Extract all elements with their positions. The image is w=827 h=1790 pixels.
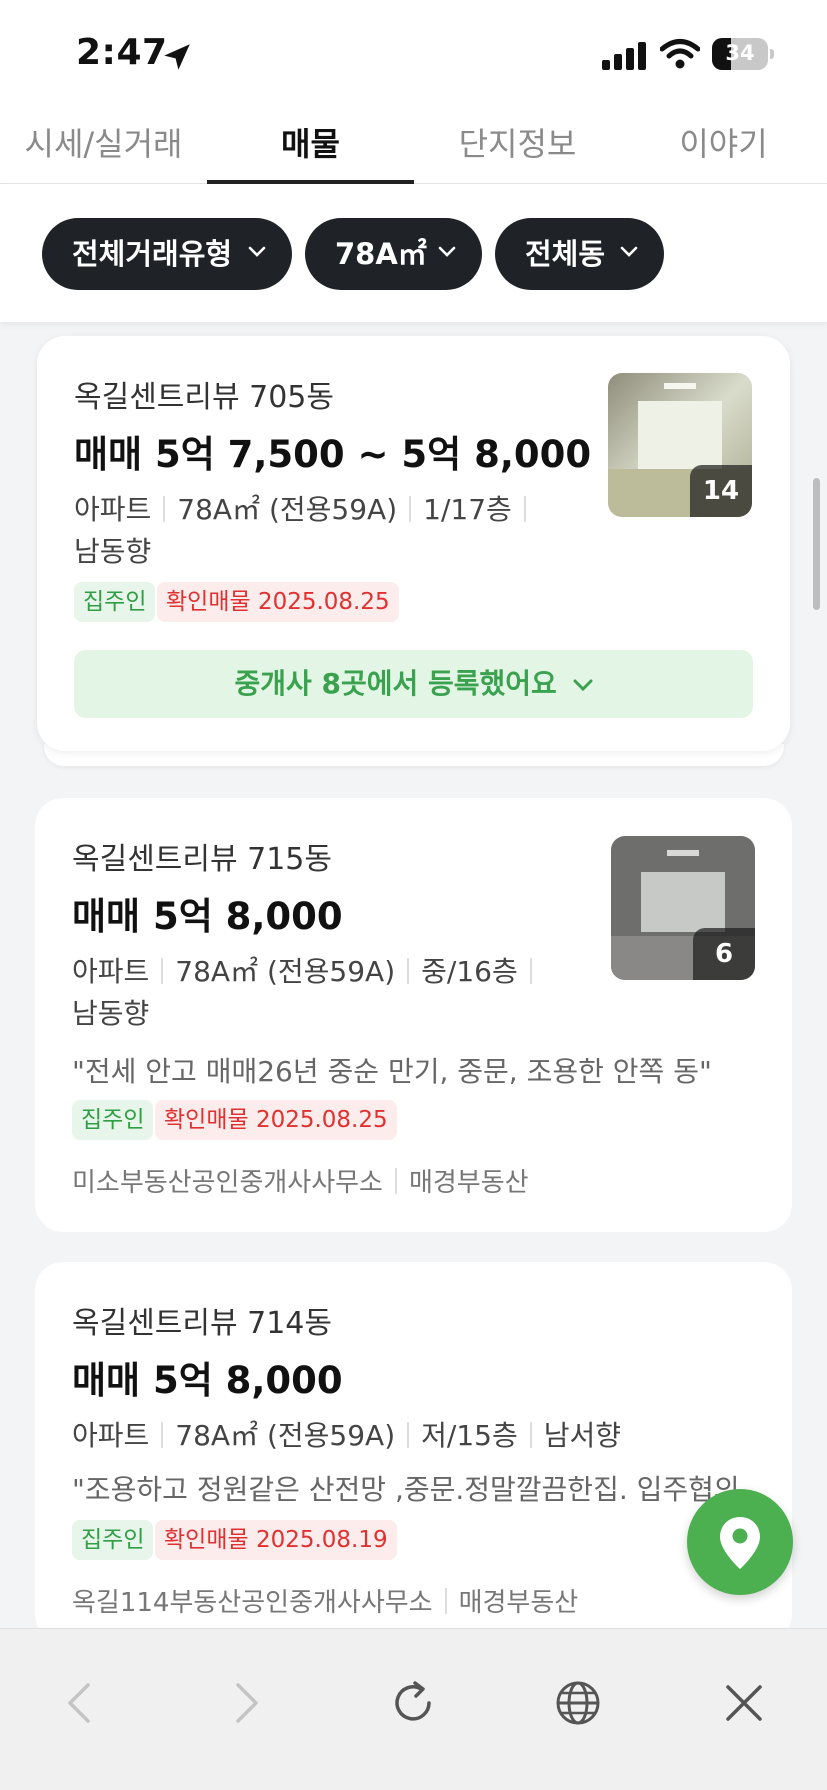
status-time: 2:47 [76,32,168,73]
listing-title: 옥길센트리뷰 705동 [74,380,334,415]
listing-card[interactable]: 옥길센트리뷰 714동 매매 5억 8,000 아파트 78A㎡ (전용59A) 저… [35,1262,792,1642]
listing-area: 78A㎡ (전용59A) [175,955,396,988]
tab-price-history[interactable]: 시세/실거래 [0,110,207,184]
listing-description: "전세 안고 매매26년 중순 만기, 중문, 조용한 안쪽 동" [72,1055,712,1088]
photo-count: 6 [693,928,755,980]
owner-badge: 집주인 [72,1100,154,1140]
chevron-down-icon [248,246,266,257]
filter-bar: 전체거래유형 78A㎡ 전체동 [0,184,827,322]
agent-name: 옥길114부동산공인중개사사무소 [72,1588,433,1618]
listing-price: 매매 5억 8,000 [72,1359,343,1402]
filter-area-label: 78A㎡ [335,237,427,271]
listing-floor: 중/16층 [421,955,518,988]
listing-source: 매경부동산 [408,1168,529,1198]
status-bar: 2:47 34 [0,0,827,110]
filter-building-label: 전체동 [525,237,606,271]
photo-count: 14 [690,465,752,517]
location-arrow-icon [164,44,190,70]
map-pin-icon [720,1517,760,1569]
listing-direction: 남서향 [543,1419,621,1452]
agent-count-expand-button[interactable]: 중개사 8곳에서 등록했어요 [74,650,753,718]
browser-toolbar [0,1628,827,1790]
filter-building[interactable]: 전체동 [495,218,664,290]
listing-price: 매매 5억 8,000 [72,895,343,938]
listing-photo[interactable]: 6 [611,836,755,980]
listing-floor: 1/17층 [423,493,512,526]
tab-listings[interactable]: 매물 [207,110,414,184]
listing-price: 매매 5억 7,500 ~ 5억 8,000 [74,433,592,476]
listing-floor: 저/15층 [421,1419,518,1452]
agent-line: 미소부동산공인중개사사무소 매경부동산 [72,1162,529,1199]
agent-count-label: 중개사 8곳에서 등록했어요 [234,667,557,700]
owner-badge: 집주인 [72,1520,154,1560]
listing-direction: 남동향 [72,997,150,1030]
verified-badge: 확인매물 2025.08.25 [157,582,399,622]
close-icon[interactable] [714,1673,774,1733]
listing-type: 아파트 [74,493,152,526]
globe-icon[interactable] [548,1673,608,1733]
listing-source: 매경부동산 [458,1588,579,1618]
reload-icon[interactable] [383,1673,443,1733]
listing-card[interactable]: 옥길센트리뷰 715동 매매 5억 8,000 아파트 78A㎡ (전용59A) 중… [35,798,792,1232]
cellular-signal-icon [602,42,646,70]
chevron-left-icon[interactable] [50,1673,110,1733]
listing-info: 아파트 78A㎡ (전용59A) 1/17층 [74,488,538,528]
listing-title: 옥길센트리뷰 715동 [72,842,332,877]
listing-info: 아파트 78A㎡ (전용59A) 저/15층 남서향 [72,1414,621,1454]
listing-photo[interactable]: 14 [608,373,752,517]
filter-deal-type[interactable]: 전체거래유형 [42,218,292,290]
chevron-down-icon [620,246,638,257]
listing-area: 78A㎡ (전용59A) [175,1419,396,1452]
battery-icon: 34 [712,38,774,70]
chevron-down-icon [573,679,593,692]
listing-card[interactable]: 옥길센트리뷰 705동 매매 5억 7,500 ~ 5억 8,000 아파트 78… [37,336,790,751]
listing-title: 옥길센트리뷰 714동 [72,1306,332,1341]
listing-description: "조용하고 정원같은 산전망 ,중문.정말깔끔한집. 입주협의..." [72,1473,762,1506]
tab-complex-info[interactable]: 단지정보 [414,110,621,184]
chevron-right-icon[interactable] [216,1673,276,1733]
map-button[interactable] [687,1489,793,1595]
tab-bar: 시세/실거래 매물 단지정보 이야기 [0,110,827,184]
owner-badge: 집주인 [74,582,156,622]
filter-deal-type-label: 전체거래유형 [72,237,233,271]
agent-line: 옥길114부동산공인중개사사무소 매경부동산 [72,1582,578,1619]
verified-badge: 확인매물 2025.08.25 [155,1100,397,1140]
wifi-icon [660,39,700,69]
listing-type: 아파트 [72,955,150,988]
scroll-indicator[interactable] [813,478,820,610]
tab-stories[interactable]: 이야기 [620,110,827,184]
listing-info: 아파트 78A㎡ (전용59A) 중/16층 [72,950,544,990]
chevron-down-icon [438,246,456,257]
listing-area: 78A㎡ (전용59A) [177,493,398,526]
listing-type: 아파트 [72,1419,150,1452]
verified-badge: 확인매물 2025.08.19 [155,1520,397,1560]
listing-direction: 남동향 [74,535,152,568]
filter-area[interactable]: 78A㎡ [305,218,482,290]
battery-percent: 34 [725,41,755,65]
agent-name: 미소부동산공인중개사사무소 [72,1168,383,1198]
